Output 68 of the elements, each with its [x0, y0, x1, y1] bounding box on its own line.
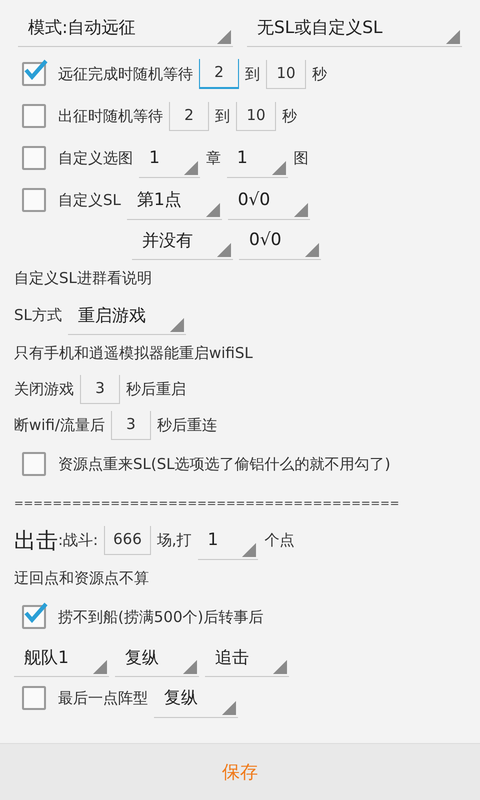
dropdown[interactable]: 0√0	[239, 221, 322, 260]
dropdown[interactable]: 模式:自动远征	[18, 8, 233, 47]
corner-triangle-icon	[170, 318, 184, 332]
label: 图	[294, 148, 309, 168]
label: 捞不到船(捞满500个)后转事后	[58, 608, 264, 626]
input-field[interactable]: 2	[169, 102, 209, 130]
corner-triangle-icon	[446, 30, 460, 44]
label: 秒后重启	[126, 380, 186, 398]
label: 秒	[312, 64, 327, 84]
checkbox[interactable]	[22, 62, 46, 86]
dropdown[interactable]: 0√0	[228, 180, 310, 220]
dropdown[interactable]: 追击	[204, 638, 289, 677]
label: 章	[206, 148, 221, 168]
checkbox[interactable]	[22, 686, 46, 710]
input-field[interactable]: 3	[80, 374, 120, 404]
corner-triangle-icon	[206, 202, 220, 216]
label: 自定义选图	[58, 148, 133, 168]
label: 到	[215, 106, 230, 126]
label: 资源点重来SL(SL选项选了偷铝什么的就不用勾了)	[58, 454, 390, 474]
dropdown[interactable]: 1	[198, 521, 258, 560]
label: 个点	[264, 531, 294, 550]
input-field[interactable]: 10	[266, 60, 306, 88]
label: 断wifi/流量后	[14, 416, 105, 434]
label: 场,打	[156, 531, 192, 550]
dropdown[interactable]: 并没有	[132, 221, 233, 260]
dropdown[interactable]: 复纵	[154, 678, 238, 718]
checkbox[interactable]	[22, 146, 46, 170]
label: 关闭游戏	[14, 380, 74, 398]
dropdown[interactable]: 重启游戏	[68, 296, 186, 335]
label: 最后一点阵型	[58, 688, 148, 708]
corner-triangle-icon	[222, 700, 236, 714]
label: :战斗:	[58, 531, 98, 550]
corner-triangle-icon	[217, 30, 231, 44]
input-field[interactable]: 2	[199, 59, 239, 89]
dropdown[interactable]: 舰队1	[14, 638, 109, 677]
section-heading: 出击	[14, 528, 58, 556]
label: 迂回点和资源点不算	[14, 568, 149, 588]
corner-triangle-icon	[272, 660, 287, 674]
corner-triangle-icon	[242, 543, 256, 557]
corner-triangle-icon	[305, 243, 320, 257]
checkbox[interactable]	[22, 188, 46, 212]
corner-triangle-icon	[294, 202, 308, 216]
input-field[interactable]: 10	[236, 102, 276, 130]
corner-triangle-icon	[92, 660, 107, 674]
corner-triangle-icon	[217, 243, 231, 257]
dropdown[interactable]: 1	[139, 138, 200, 178]
dropdown[interactable]: 无SL或自定义SL	[247, 8, 462, 47]
label: 自定义SL进群看说明	[14, 268, 152, 288]
dropdown[interactable]: 第1点	[126, 180, 222, 220]
checkbox[interactable]	[22, 104, 46, 128]
label: 秒后重连	[156, 416, 217, 434]
label: 出征时随机等待	[58, 106, 163, 126]
corner-triangle-icon	[272, 160, 286, 174]
checkbox[interactable]	[22, 605, 46, 629]
label: 到	[245, 64, 260, 84]
input-field[interactable]: 3	[110, 410, 151, 440]
label: 远征完成时随机等待	[58, 64, 193, 84]
separator-text: ========================================	[14, 496, 400, 510]
checkbox[interactable]	[22, 452, 46, 476]
label: 只有手机和逍遥模拟器能重启wifiSL	[14, 344, 253, 362]
corner-triangle-icon	[182, 660, 197, 674]
input-field[interactable]: 666	[104, 526, 151, 555]
dropdown[interactable]: 复纵	[114, 638, 199, 677]
label: SL方式	[14, 306, 62, 325]
corner-triangle-icon	[184, 160, 198, 174]
label: 自定义SL	[58, 190, 121, 210]
dropdown[interactable]: 1	[226, 138, 288, 178]
label: 秒	[282, 106, 297, 126]
